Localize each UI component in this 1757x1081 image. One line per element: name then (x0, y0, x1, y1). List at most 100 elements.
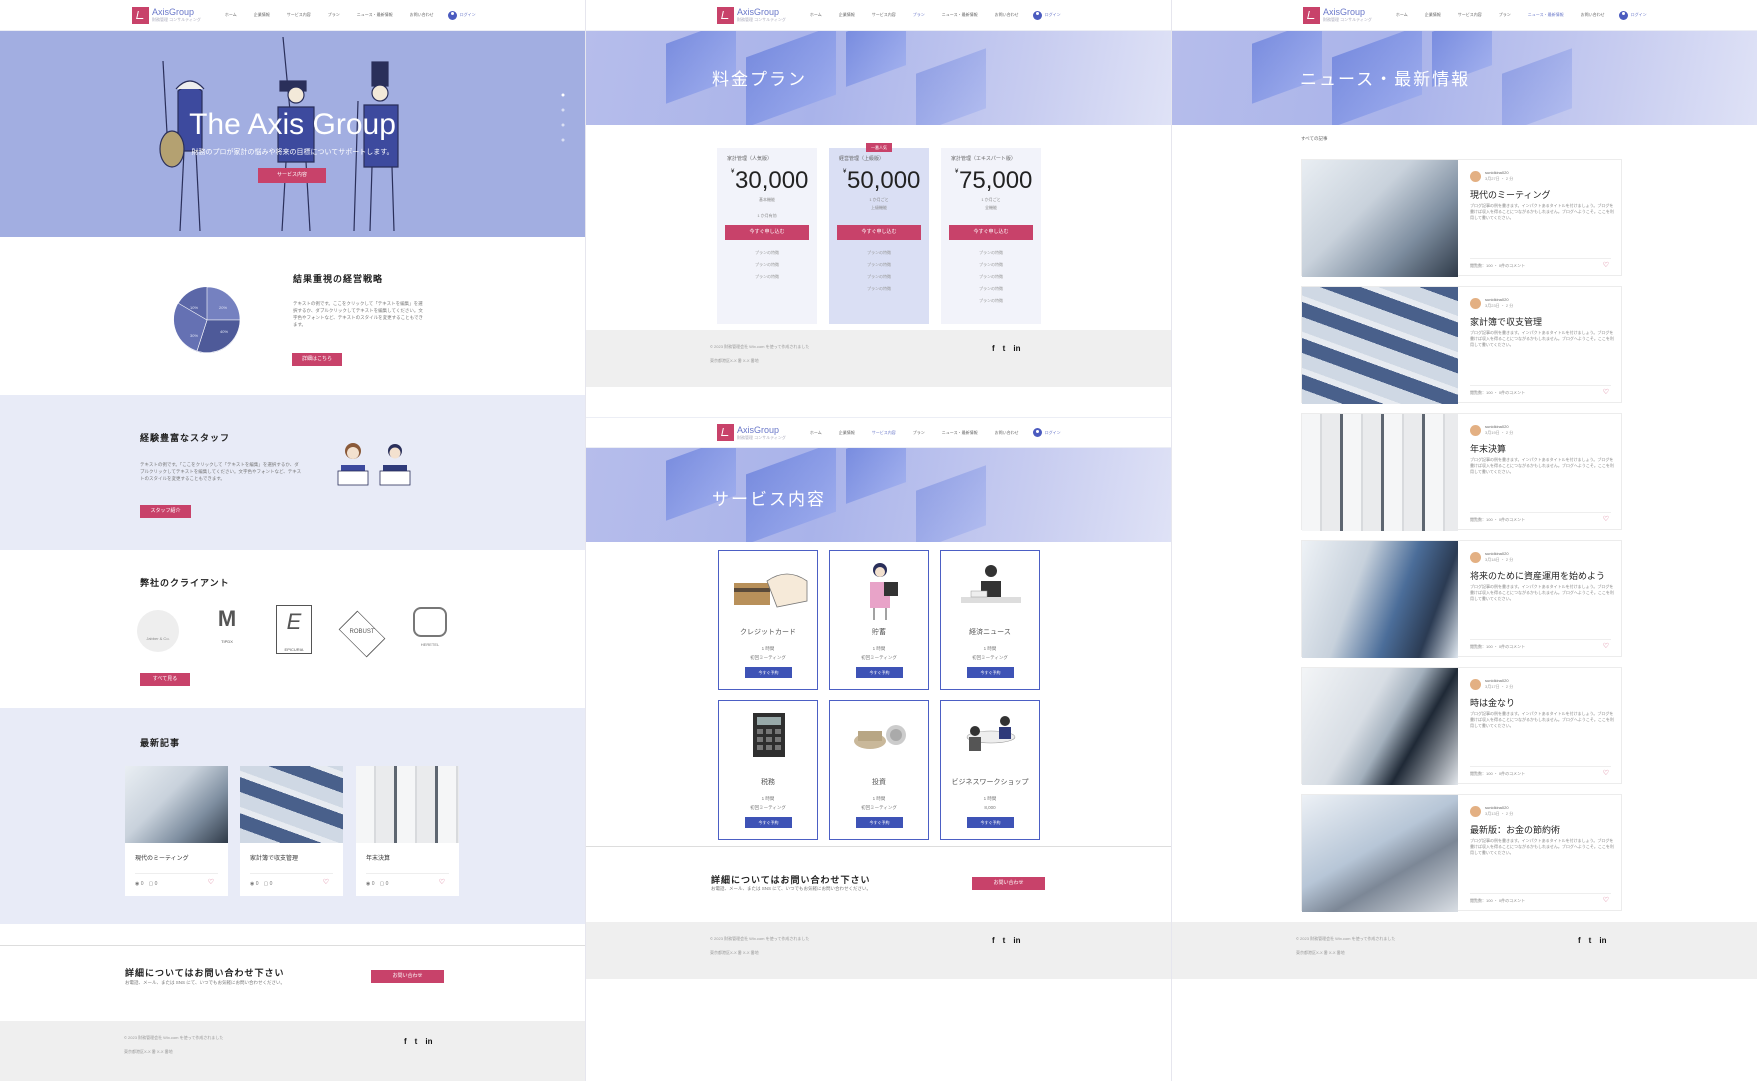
post-author[interactable]: sunidkina020 (1485, 678, 1509, 683)
nav-about[interactable]: 企業情報 (254, 12, 270, 18)
blog-post[interactable]: sunidkina020 3月13日 ・ 2 分 最新版：お金の節約術 ブログ記… (1301, 794, 1622, 912)
all-clients-button[interactable]: すべて見る (140, 673, 190, 686)
details-button[interactable]: 詳細はこちら (292, 353, 342, 366)
nav-contact[interactable]: お問い合わせ (410, 12, 434, 18)
facebook-icon[interactable]: f (992, 344, 995, 353)
nav-contact[interactable]: お問い合わせ (995, 430, 1019, 436)
blog-post[interactable]: sunidkina020 3月19日 ・ 2 分 年末決算 ブログ記事の例を書き… (1301, 413, 1622, 531)
post-image[interactable] (125, 766, 228, 843)
like-heart-icon[interactable]: ♡ (208, 878, 214, 886)
nav-home[interactable]: ホーム (810, 430, 822, 436)
post-title[interactable]: 時は金なり (1470, 696, 1515, 709)
post-author[interactable]: sunidkina020 (1485, 424, 1509, 429)
post-image[interactable] (1302, 287, 1458, 404)
like-heart-icon[interactable]: ♡ (1603, 642, 1609, 650)
recent-post-card[interactable]: 現代のミーティング ◉ 0 ▢ 0 ♡ (125, 766, 228, 896)
post-title[interactable]: 現代のミーティング (1470, 188, 1550, 201)
logo-icon[interactable] (1303, 6, 1320, 24)
facebook-icon[interactable]: f (404, 1037, 407, 1046)
linkedin-icon[interactable]: in (1599, 936, 1606, 945)
nav-plans[interactable]: プラン (1499, 12, 1511, 18)
twitter-icon[interactable]: t (1589, 936, 1592, 945)
login-button[interactable]: ログイン (447, 10, 476, 20)
like-heart-icon[interactable]: ♡ (1603, 769, 1609, 777)
contact-button[interactable]: お問い合わせ (972, 877, 1045, 890)
author-avatar[interactable] (1470, 425, 1481, 436)
post-image[interactable] (1302, 541, 1458, 658)
post-author[interactable]: sunidkina020 (1485, 170, 1509, 175)
login-button[interactable]: ログイン (1032, 428, 1061, 437)
post-title[interactable]: 年末決算 (1470, 442, 1506, 455)
post-title[interactable]: 家計簿で収支管理 (250, 853, 298, 862)
services-button[interactable]: サービス内容 (258, 168, 326, 183)
author-avatar[interactable] (1470, 298, 1481, 309)
nav-services[interactable]: サービス内容 (872, 430, 896, 436)
post-author[interactable]: sunidkina020 (1485, 297, 1509, 302)
blog-post[interactable]: sunidkina020 3月18日 ・ 2 分 将来のために資産運用を始めよう… (1301, 540, 1622, 658)
nav-news[interactable]: ニュース・最新情報 (942, 430, 978, 436)
post-title[interactable]: 現代のミーティング (135, 853, 189, 862)
nav-about[interactable]: 企業情報 (1425, 12, 1441, 18)
book-button[interactable]: 今すぐ予約 (745, 667, 792, 678)
post-image[interactable] (1302, 668, 1458, 785)
nav-services[interactable]: サービス内容 (872, 12, 896, 18)
book-button[interactable]: 今すぐ予約 (745, 817, 792, 828)
logo-icon[interactable] (717, 6, 734, 24)
nav-about[interactable]: 企業情報 (839, 12, 855, 18)
like-heart-icon[interactable]: ♡ (1603, 896, 1609, 904)
post-title[interactable]: 最新版：お金の節約術 (1470, 823, 1560, 836)
all-posts-filter[interactable]: すべての記事 (1301, 136, 1328, 142)
linkedin-icon[interactable]: in (1013, 936, 1020, 945)
subscribe-button[interactable]: 今すぐ申し込む (837, 225, 921, 240)
book-button[interactable]: 今すぐ予約 (856, 667, 903, 678)
post-author[interactable]: sunidkina020 (1485, 805, 1509, 810)
post-image[interactable] (1302, 414, 1458, 531)
author-avatar[interactable] (1470, 806, 1481, 817)
nav-news[interactable]: ニュース・最新情報 (942, 12, 978, 18)
nav-plans[interactable]: プラン (913, 12, 925, 18)
like-heart-icon[interactable]: ♡ (1603, 261, 1609, 269)
like-heart-icon[interactable]: ♡ (1603, 515, 1609, 523)
brand-name[interactable]: AxisGroup (737, 8, 786, 17)
linkedin-icon[interactable]: in (1013, 344, 1020, 353)
brand-name[interactable]: AxisGroup (1323, 8, 1372, 17)
brand-name[interactable]: AxisGroup (152, 8, 201, 17)
post-title[interactable]: 家計簿で収支管理 (1470, 315, 1542, 328)
post-image[interactable] (1302, 795, 1458, 912)
service-card[interactable]: ビジネスワークショップ 1 時間 8,000 今すぐ予約 (940, 700, 1040, 840)
post-image[interactable] (1302, 160, 1458, 277)
author-avatar[interactable] (1470, 679, 1481, 690)
nav-contact[interactable]: お問い合わせ (1581, 12, 1605, 18)
service-card[interactable]: クレジットカード 1 時間 初回ミーティング 今すぐ予約 (718, 550, 818, 690)
logo-icon[interactable] (132, 6, 149, 24)
recent-post-card[interactable]: 家計簿で収支管理 ◉ 0 ▢ 0 ♡ (240, 766, 343, 896)
post-title[interactable]: 将来のために資産運用を始めよう (1470, 569, 1605, 582)
nav-home[interactable]: ホーム (810, 12, 822, 18)
nav-plans[interactable]: プラン (913, 430, 925, 436)
author-avatar[interactable] (1470, 552, 1481, 563)
nav-services[interactable]: サービス内容 (287, 12, 311, 18)
linkedin-icon[interactable]: in (425, 1037, 432, 1046)
nav-contact[interactable]: お問い合わせ (995, 12, 1019, 18)
twitter-icon[interactable]: t (1003, 344, 1006, 353)
login-button[interactable]: ログイン (1032, 10, 1061, 20)
login-button[interactable]: ログイン (1618, 10, 1647, 20)
nav-home[interactable]: ホーム (225, 12, 237, 18)
service-card[interactable]: 投資 1 時間 初回ミーティング 今すぐ予約 (829, 700, 929, 840)
staff-button[interactable]: スタッフ紹介 (140, 505, 191, 518)
nav-home[interactable]: ホーム (1396, 12, 1408, 18)
contact-button[interactable]: お問い合わせ (371, 970, 444, 983)
service-card[interactable]: 税務 1 時間 初回ミーティング 今すぐ予約 (718, 700, 818, 840)
subscribe-button[interactable]: 今すぐ申し込む (725, 225, 809, 240)
recent-post-card[interactable]: 年末決算 ◉ 0 ▢ 0 ♡ (356, 766, 459, 896)
blog-post[interactable]: sunidkina020 3月23日 ・ 2 分 家計簿で収支管理 ブログ記事の… (1301, 286, 1622, 404)
post-author[interactable]: sunidkina020 (1485, 551, 1509, 556)
logo-icon[interactable] (717, 424, 734, 441)
blog-post[interactable]: sunidkina020 3月27日 ・ 2 分 現代のミーティング ブログ記事… (1301, 159, 1622, 277)
nav-news[interactable]: ニュース・最新情報 (357, 12, 393, 18)
service-card[interactable]: 貯蓄 1 時間 初回ミーティング 今すぐ予約 (829, 550, 929, 690)
book-button[interactable]: 今すぐ予約 (967, 667, 1014, 678)
like-heart-icon[interactable]: ♡ (439, 878, 445, 886)
book-button[interactable]: 今すぐ予約 (856, 817, 903, 828)
book-button[interactable]: 今すぐ予約 (967, 817, 1014, 828)
